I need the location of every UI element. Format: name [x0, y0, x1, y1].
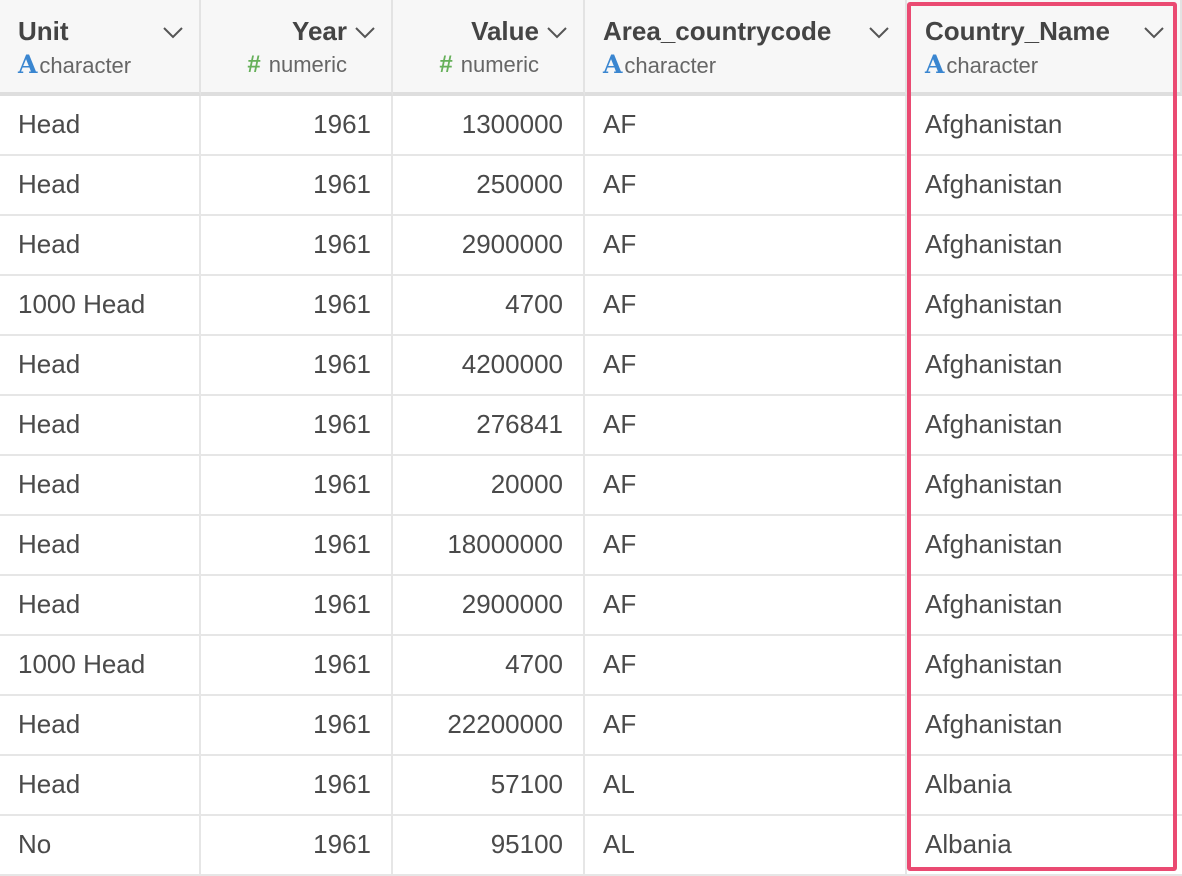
table-cell-country-name[interactable]: Afghanistan	[907, 276, 1182, 336]
table-cell-country-name[interactable]: Afghanistan	[907, 96, 1182, 156]
character-type-icon: A	[603, 50, 623, 79]
column-name: Area_countrycode	[603, 16, 832, 46]
table-cell-country-name[interactable]: Afghanistan	[907, 396, 1182, 456]
column-type: Acharacter	[925, 50, 1162, 81]
table-cell-year[interactable]: 1961	[201, 516, 393, 576]
table-cell-country-name[interactable]: Afghanistan	[907, 336, 1182, 396]
table-cell-value[interactable]: 4700	[393, 276, 585, 336]
table-cell-value[interactable]: 4200000	[393, 336, 585, 396]
table-cell-value[interactable]: 250000	[393, 156, 585, 216]
character-type-icon: A	[18, 50, 38, 79]
table-cell-area-countrycode[interactable]: AF	[585, 636, 907, 696]
column-header-value[interactable]: Value # numeric	[393, 0, 585, 96]
table-cell-year[interactable]: 1961	[201, 396, 393, 456]
table-cell-country-name[interactable]: Afghanistan	[907, 576, 1182, 636]
column-header-country-name[interactable]: Country_Name Acharacter	[907, 0, 1182, 96]
table-cell-country-name[interactable]: Albania	[907, 816, 1182, 876]
table-cell-year[interactable]: 1961	[201, 276, 393, 336]
table-cell-unit[interactable]: 1000 Head	[0, 276, 201, 336]
column-name: Value	[471, 16, 539, 46]
table-cell-value[interactable]: 20000	[393, 456, 585, 516]
table-cell-country-name[interactable]: Afghanistan	[907, 636, 1182, 696]
table-cell-value[interactable]: 1300000	[393, 96, 585, 156]
column-type-label: character	[39, 53, 132, 78]
table-cell-area-countrycode[interactable]: AF	[585, 336, 907, 396]
table-cell-area-countrycode[interactable]: AF	[585, 216, 907, 276]
column-type-label: numeric	[460, 52, 539, 77]
table-cell-area-countrycode[interactable]: AL	[585, 756, 907, 816]
table-cell-area-countrycode[interactable]: AF	[585, 516, 907, 576]
table-cell-country-name[interactable]: Afghanistan	[907, 696, 1182, 756]
table-cell-value[interactable]: 18000000	[393, 516, 585, 576]
column-header-unit[interactable]: Unit Acharacter	[0, 0, 201, 96]
table-cell-value[interactable]: 2900000	[393, 576, 585, 636]
table-cell-area-countrycode[interactable]: AF	[585, 576, 907, 636]
column-type: Acharacter	[603, 50, 887, 81]
table-cell-area-countrycode[interactable]: AF	[585, 156, 907, 216]
table-cell-unit[interactable]: Head	[0, 756, 201, 816]
table-cell-area-countrycode[interactable]: AF	[585, 276, 907, 336]
table-cell-area-countrycode[interactable]: AL	[585, 816, 907, 876]
column-type: Acharacter	[18, 50, 181, 81]
numeric-type-icon: #	[247, 51, 261, 78]
column-type-label: numeric	[268, 52, 347, 77]
chevron-down-icon[interactable]	[1142, 20, 1166, 44]
table-cell-country-name[interactable]: Afghanistan	[907, 156, 1182, 216]
column-name: Year	[292, 16, 347, 46]
table-cell-year[interactable]: 1961	[201, 816, 393, 876]
chevron-down-icon[interactable]	[545, 20, 569, 44]
table-cell-unit[interactable]: No	[0, 816, 201, 876]
chevron-down-icon[interactable]	[867, 20, 891, 44]
column-name: Country_Name	[925, 16, 1110, 46]
table-cell-value[interactable]: 2900000	[393, 216, 585, 276]
character-type-icon: A	[925, 50, 945, 79]
table-cell-year[interactable]: 1961	[201, 216, 393, 276]
column-header-area-countrycode[interactable]: Area_countrycode Acharacter	[585, 0, 907, 96]
chevron-down-icon[interactable]	[353, 20, 377, 44]
table-cell-unit[interactable]: Head	[0, 336, 201, 396]
table-cell-unit[interactable]: Head	[0, 576, 201, 636]
table-cell-area-countrycode[interactable]: AF	[585, 456, 907, 516]
table-cell-value[interactable]: 22200000	[393, 696, 585, 756]
table-cell-unit[interactable]: 1000 Head	[0, 636, 201, 696]
table-cell-value[interactable]: 57100	[393, 756, 585, 816]
table-cell-year[interactable]: 1961	[201, 696, 393, 756]
table-cell-country-name[interactable]: Afghanistan	[907, 216, 1182, 276]
table-cell-year[interactable]: 1961	[201, 756, 393, 816]
table-cell-unit[interactable]: Head	[0, 516, 201, 576]
numeric-type-icon: #	[439, 51, 453, 78]
column-type: # numeric	[411, 50, 565, 80]
column-type-label: character	[946, 53, 1039, 78]
table-cell-area-countrycode[interactable]: AF	[585, 696, 907, 756]
column-type-label: character	[624, 53, 717, 78]
table-cell-unit[interactable]: Head	[0, 396, 201, 456]
table-cell-unit[interactable]: Head	[0, 456, 201, 516]
table-cell-country-name[interactable]: Afghanistan	[907, 516, 1182, 576]
table-cell-country-name[interactable]: Afghanistan	[907, 456, 1182, 516]
table-cell-value[interactable]: 95100	[393, 816, 585, 876]
table-cell-year[interactable]: 1961	[201, 156, 393, 216]
column-type: # numeric	[219, 50, 373, 80]
table-cell-value[interactable]: 276841	[393, 396, 585, 456]
table-cell-unit[interactable]: Head	[0, 696, 201, 756]
data-table: Unit Acharacter Year # numeric Value # num…	[0, 0, 1182, 876]
table-cell-unit[interactable]: Head	[0, 156, 201, 216]
table-cell-year[interactable]: 1961	[201, 96, 393, 156]
chevron-down-icon[interactable]	[161, 20, 185, 44]
column-name: Unit	[18, 16, 69, 46]
table-cell-year[interactable]: 1961	[201, 636, 393, 696]
table-cell-country-name[interactable]: Albania	[907, 756, 1182, 816]
column-header-year[interactable]: Year # numeric	[201, 0, 393, 96]
table-cell-year[interactable]: 1961	[201, 456, 393, 516]
table-cell-unit[interactable]: Head	[0, 96, 201, 156]
table-cell-unit[interactable]: Head	[0, 216, 201, 276]
table-cell-value[interactable]: 4700	[393, 636, 585, 696]
table-cell-area-countrycode[interactable]: AF	[585, 96, 907, 156]
table-cell-year[interactable]: 1961	[201, 576, 393, 636]
table-cell-area-countrycode[interactable]: AF	[585, 396, 907, 456]
table-cell-year[interactable]: 1961	[201, 336, 393, 396]
